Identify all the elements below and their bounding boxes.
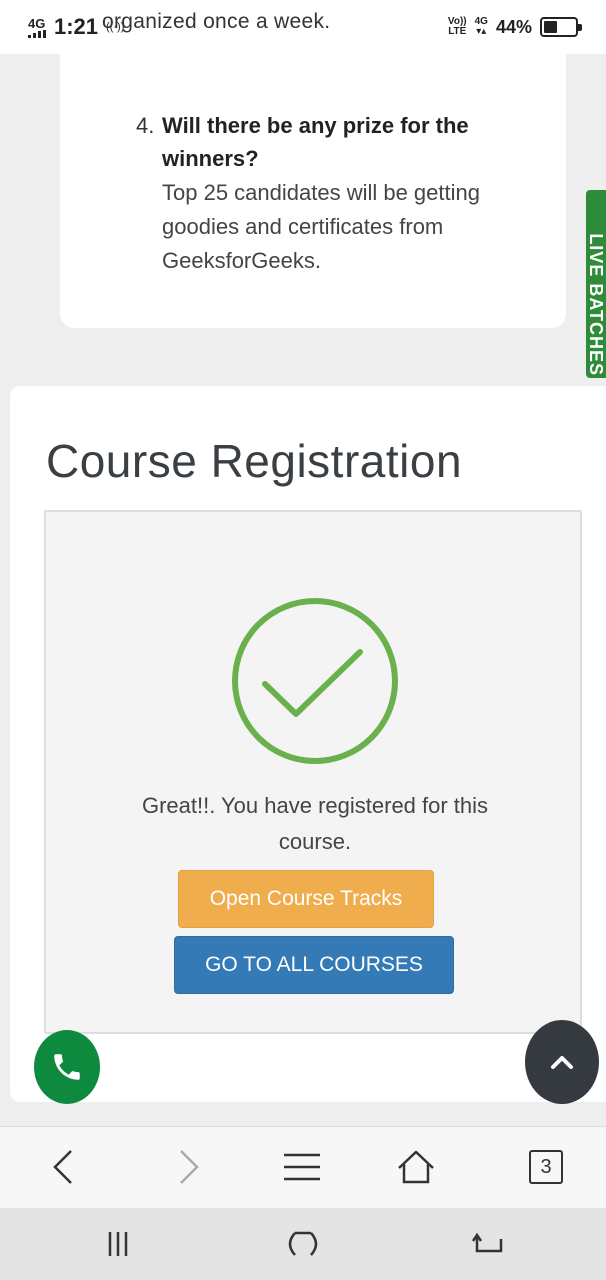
- back-button[interactable]: [40, 1145, 84, 1189]
- live-batches-tab[interactable]: LIVE BATCHES: [586, 190, 606, 378]
- network-4g-indicator: 4G ▾▴: [475, 17, 488, 37]
- tabs-button[interactable]: 3: [524, 1145, 568, 1189]
- volte-indicator: Vo)) LTE: [448, 17, 467, 37]
- live-batches-label: LIVE BATCHES: [586, 233, 606, 376]
- battery-icon: [540, 17, 582, 37]
- faq-item-number: 4.: [136, 113, 155, 138]
- data-arrows-icon: ▾▴: [476, 26, 487, 37]
- success-message: Great!!. You have registered for this co…: [141, 793, 489, 854]
- signal-indicator: 4G: [28, 17, 46, 38]
- phone-icon: [54, 1054, 80, 1080]
- chevron-up-icon: [551, 1056, 573, 1069]
- registration-success-box: Great!!. You have registered for this co…: [44, 510, 582, 1034]
- go-to-all-courses-button[interactable]: GO TO ALL COURSES: [174, 936, 454, 994]
- faq-answer: Top 25 candidates will be getting goodie…: [162, 180, 480, 273]
- check-circle-icon: [232, 598, 398, 764]
- battery-percent: 44%: [495, 16, 532, 37]
- tabs-count-icon: 3: [529, 1150, 563, 1184]
- open-course-tracks-button[interactable]: Open Course Tracks: [178, 870, 434, 928]
- faq-previous-answer: organized once a week.: [102, 10, 331, 33]
- hamburger-menu-icon: [284, 1153, 320, 1181]
- home-button[interactable]: [394, 1145, 438, 1189]
- network-type: 4G: [28, 15, 46, 31]
- home-icon: [398, 1150, 434, 1184]
- clock-time: 1:21: [54, 14, 99, 39]
- call-button[interactable]: [34, 1030, 100, 1104]
- browser-toolbar: 3: [0, 1126, 606, 1208]
- status-right: Vo)) LTE 4G ▾▴ 44%: [448, 16, 582, 38]
- browser-menu-button[interactable]: [280, 1145, 324, 1189]
- forward-button[interactable]: [168, 1145, 212, 1189]
- course-registration-section: Course Registration Great!!. You have re…: [10, 386, 606, 1102]
- page-title: Course Registration: [46, 435, 463, 487]
- recent-apps-button[interactable]: [98, 1224, 138, 1264]
- recent-apps-icon: [108, 1232, 128, 1256]
- home-pill-icon: [288, 1231, 318, 1256]
- chevron-left-icon: [53, 1150, 72, 1184]
- signal-bars-icon: [28, 29, 46, 38]
- chevron-right-icon: [180, 1150, 199, 1184]
- system-back-button[interactable]: [468, 1224, 508, 1264]
- lte-label: LTE: [448, 26, 467, 37]
- system-navigation-bar: [0, 1208, 606, 1280]
- system-home-button[interactable]: [283, 1224, 323, 1264]
- faq-question: Will there be any prize for the winners?: [162, 113, 469, 171]
- back-arrow-icon: [471, 1232, 503, 1253]
- scroll-to-top-button[interactable]: [525, 1020, 599, 1104]
